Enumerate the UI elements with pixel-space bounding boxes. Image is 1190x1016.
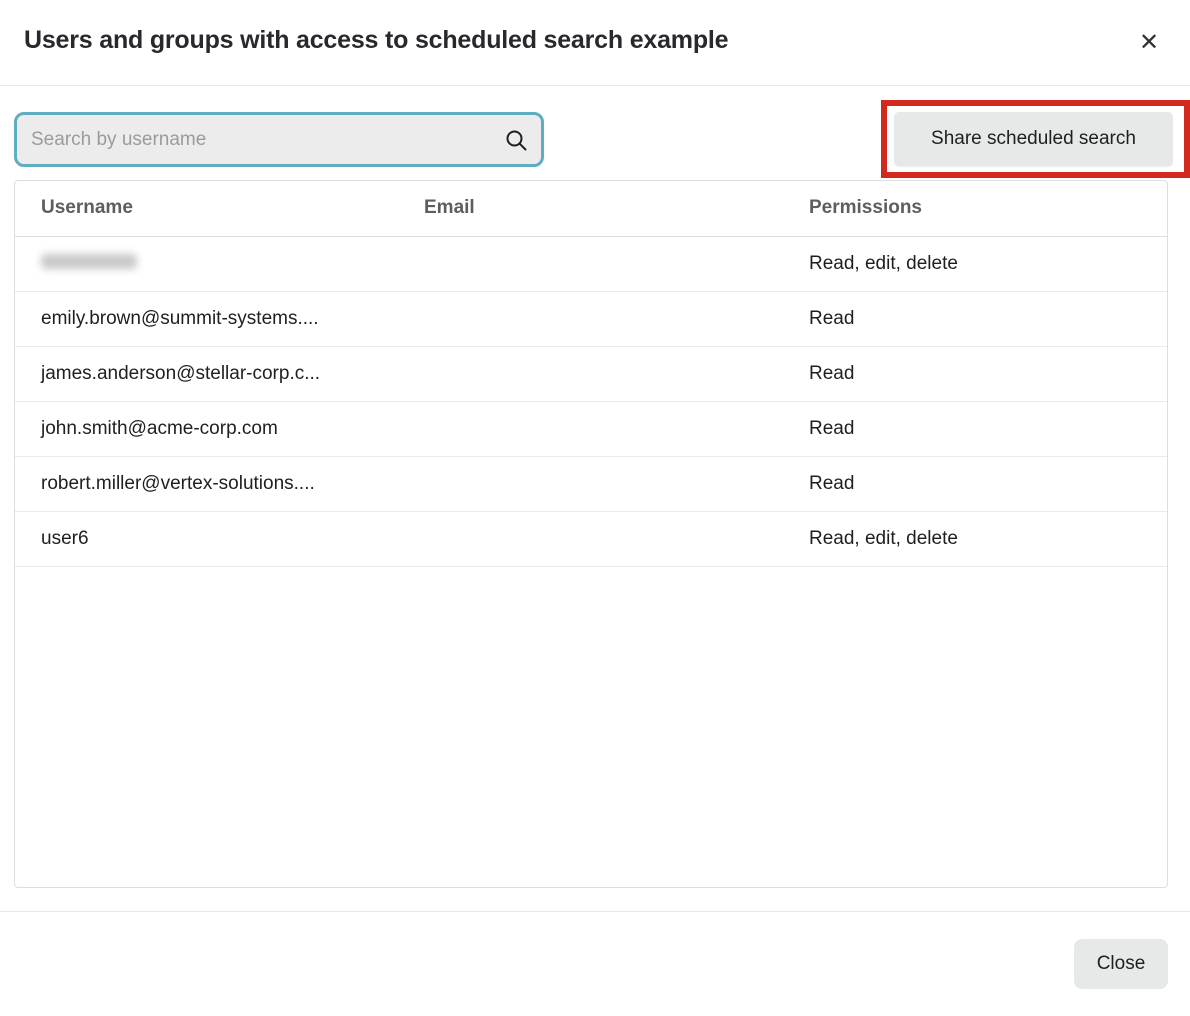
- table-header-row: Username Email Permissions: [15, 181, 1167, 236]
- username-cell: robert.miller@vertex-solutions....: [15, 456, 398, 511]
- close-icon[interactable]: ✕: [1136, 30, 1162, 56]
- search-input[interactable]: [14, 112, 544, 167]
- email-cell: [398, 511, 783, 566]
- username-cell: user6: [15, 511, 398, 566]
- access-table: Username Email Permissions Read, edit, d…: [15, 181, 1167, 567]
- username-cell: [15, 236, 398, 291]
- email-cell: [398, 401, 783, 456]
- table-row: user6 Read, edit, delete: [15, 511, 1167, 566]
- username-cell: james.anderson@stellar-corp.c...: [15, 346, 398, 401]
- permissions-cell: Read: [783, 401, 1167, 456]
- column-header-username: Username: [15, 181, 398, 236]
- permissions-cell: Read: [783, 456, 1167, 511]
- username-cell: john.smith@acme-corp.com: [15, 401, 398, 456]
- username-cell: emily.brown@summit-systems....: [15, 291, 398, 346]
- table-row: james.anderson@stellar-corp.c... Read: [15, 346, 1167, 401]
- email-cell: [398, 291, 783, 346]
- email-cell: [398, 236, 783, 291]
- share-scheduled-search-button[interactable]: Share scheduled search: [894, 112, 1173, 166]
- header-divider: [0, 85, 1190, 86]
- permissions-cell: Read, edit, delete: [783, 511, 1167, 566]
- column-header-email: Email: [398, 181, 783, 236]
- table-row: john.smith@acme-corp.com Read: [15, 401, 1167, 456]
- search-field-wrap: [14, 112, 544, 167]
- share-button-highlight-box: Share scheduled search: [881, 100, 1190, 178]
- access-table-card: Username Email Permissions Read, edit, d…: [14, 180, 1168, 888]
- redacted-username: [41, 254, 137, 269]
- footer-divider: [0, 911, 1190, 912]
- table-row: robert.miller@vertex-solutions.... Read: [15, 456, 1167, 511]
- email-cell: [398, 456, 783, 511]
- permissions-cell: Read: [783, 346, 1167, 401]
- permissions-cell: Read: [783, 291, 1167, 346]
- table-row: emily.brown@summit-systems.... Read: [15, 291, 1167, 346]
- close-button[interactable]: Close: [1074, 939, 1168, 989]
- table-row: Read, edit, delete: [15, 236, 1167, 291]
- permissions-cell: Read, edit, delete: [783, 236, 1167, 291]
- email-cell: [398, 346, 783, 401]
- share-access-modal: Users and groups with access to schedule…: [0, 0, 1190, 1016]
- table-body: Read, edit, deleteemily.brown@summit-sys…: [15, 236, 1167, 566]
- page-title: Users and groups with access to schedule…: [24, 26, 728, 55]
- column-header-permissions: Permissions: [783, 181, 1167, 236]
